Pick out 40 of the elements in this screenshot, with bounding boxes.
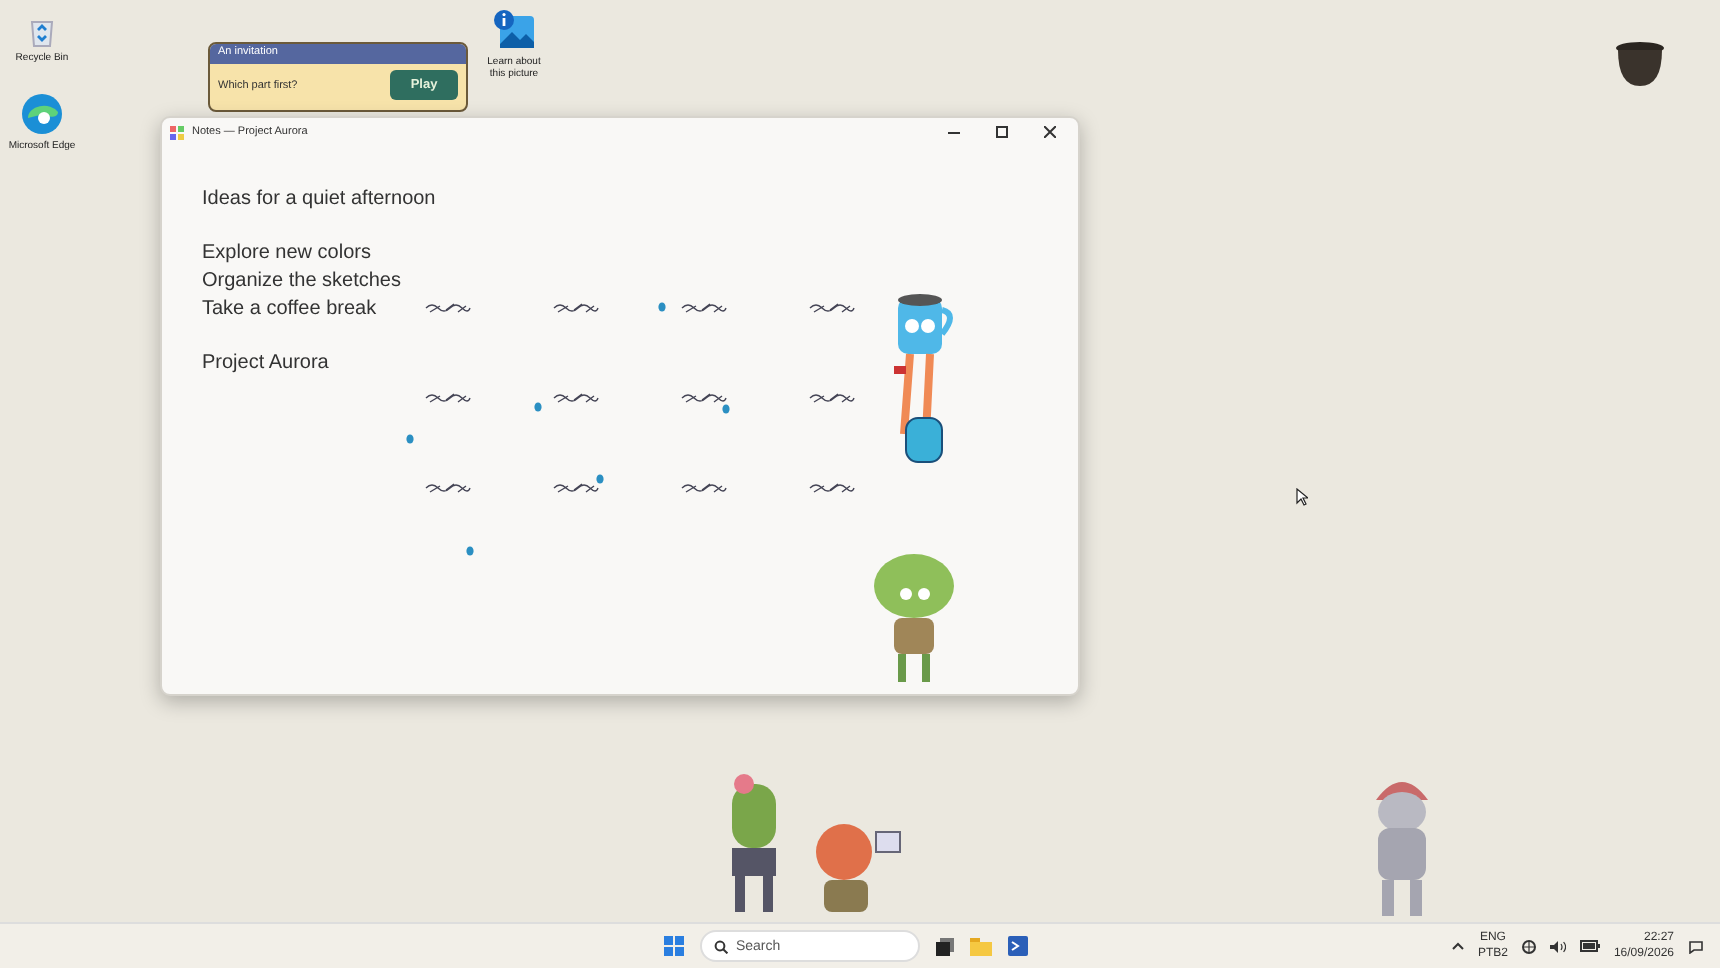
- start-icon[interactable]: [663, 936, 684, 956]
- scribble-drawing: [423, 300, 472, 316]
- mouse-pointer-icon: [1296, 488, 1308, 506]
- cauldron-drawing: [1612, 40, 1668, 88]
- scribble-drawing: [551, 480, 600, 496]
- scribble-drawing: [807, 480, 856, 496]
- notification-icon[interactable]: [1688, 938, 1704, 954]
- scribble-drawing: [679, 390, 728, 406]
- scribble-drawing: [551, 390, 600, 406]
- note-footer: Project Aurora: [202, 350, 329, 378]
- scribble-drawing: [423, 480, 472, 496]
- app-icon: [170, 125, 184, 139]
- globe-icon[interactable]: [1521, 939, 1536, 953]
- droplet-icon: [534, 402, 542, 412]
- note-item: Take a coffee break: [202, 296, 377, 324]
- task-view-icon[interactable]: [935, 937, 954, 955]
- droplet-icon: [466, 546, 474, 556]
- note-heading: Ideas for a quiet afternoon: [202, 186, 436, 214]
- chevron-up-icon[interactable]: [1451, 942, 1464, 950]
- battery-icon[interactable]: [1579, 940, 1600, 952]
- scribble-drawing: [807, 390, 856, 406]
- browser-icon: [20, 92, 64, 136]
- search-icon: [713, 939, 728, 953]
- terminal-icon[interactable]: [1007, 936, 1028, 956]
- droplet-icon: [596, 474, 604, 484]
- scribble-drawing: [679, 300, 728, 316]
- droplet-icon: [722, 404, 730, 414]
- droplet-icon: [406, 434, 414, 444]
- maximize-icon: [996, 126, 1008, 138]
- scribble-drawing: [551, 300, 600, 316]
- picture-info-icon: [492, 8, 536, 52]
- speaker-icon[interactable]: [1549, 939, 1566, 953]
- note-item: Organize the sketches: [202, 268, 401, 296]
- droplet-icon: [658, 302, 666, 312]
- close-icon: [1044, 126, 1056, 138]
- scribble-drawing: [807, 300, 856, 316]
- scribble-drawing: [679, 480, 728, 496]
- minimize-icon: [948, 131, 960, 133]
- scribble-drawing: [423, 390, 472, 406]
- note-item: Explore new colors: [202, 240, 371, 268]
